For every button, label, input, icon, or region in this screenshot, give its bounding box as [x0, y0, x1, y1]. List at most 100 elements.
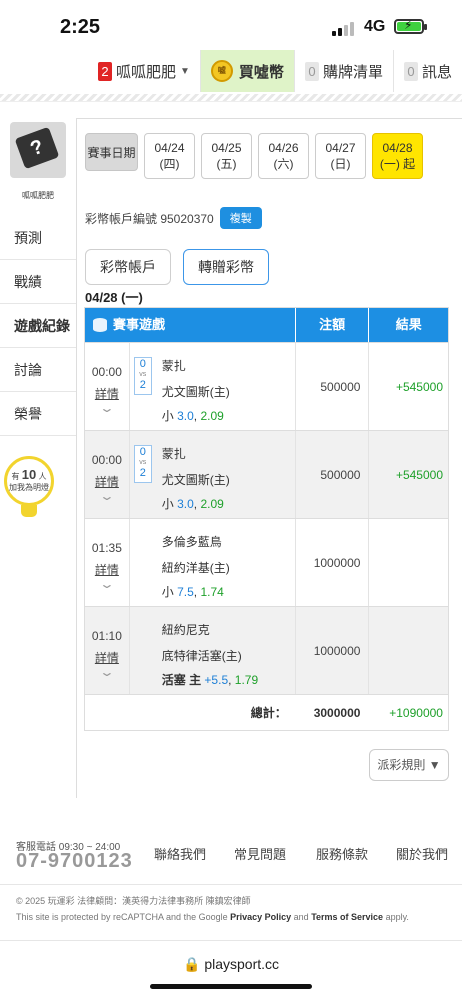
team-home: 紐約洋基(主): [161, 561, 230, 575]
buy-coin-button[interactable]: 噓 買噓幣: [200, 50, 295, 92]
sidebar-item-honor[interactable]: 榮譽: [0, 392, 76, 436]
row-result: +545000: [368, 343, 448, 430]
bulb-suffix: 人: [38, 472, 47, 481]
vs-label: vs: [139, 371, 147, 378]
home-indicator[interactable]: [150, 984, 312, 989]
team-away: 多倫多藍鳥: [161, 535, 222, 549]
divider: [0, 884, 462, 885]
header-game-label: 賽事遊戲: [113, 317, 166, 332]
row-time-cell: 00:00 詳情 ⌄: [85, 343, 130, 430]
team-home: 尤文圖斯(主): [161, 385, 230, 399]
account-number: 彩幣帳戶編號 95020370: [85, 211, 214, 226]
tab-coin-account[interactable]: 彩幣帳戶: [85, 249, 171, 285]
lightbulb-badge[interactable]: 有 10 人 加我為明燈: [4, 456, 56, 522]
row-game-cell: 0 vs 2 蒙扎 尤文圖斯(主) 小 3.0, 2.09: [130, 343, 295, 430]
header-amount: 注額: [294, 308, 369, 342]
nav-cart[interactable]: 0 購牌清單: [295, 50, 394, 92]
details-link[interactable]: 詳情: [85, 385, 129, 402]
chevron-down-icon: ▼: [180, 65, 190, 77]
lock-icon: 🔒: [182, 956, 205, 972]
table-row: 01:35 詳情 ⌄ 多倫多藍鳥 紐約洋基(主) 小 7.5, 1.74 100…: [85, 518, 448, 606]
question-mark-icon: ?: [14, 126, 60, 170]
date-button[interactable]: 04/26 (六): [258, 133, 309, 179]
tab-transfer-coin[interactable]: 轉贈彩幣: [183, 249, 269, 285]
divider: [0, 940, 462, 941]
buy-coin-label: 買噓幣: [238, 63, 284, 81]
row-amount: 1000000: [294, 607, 369, 694]
footer-link-contact[interactable]: 聯絡我們: [154, 844, 206, 863]
total-amount: 3000000: [313, 706, 361, 720]
date-button[interactable]: 04/27 (日): [315, 133, 366, 179]
details-link[interactable]: 詳情: [85, 649, 129, 666]
date-day: (一) 起: [379, 157, 416, 171]
address-bar[interactable]: 🔒 playsport.cc: [0, 956, 462, 973]
terms-of-service-link[interactable]: Terms of Service: [311, 912, 383, 922]
date-button-active[interactable]: 04/28 (一) 起: [372, 133, 423, 179]
top-nav: 2 呱呱肥肥 ▼ 噓 買噓幣 0 購牌清單 0 訊息: [88, 50, 462, 92]
lightbulb-icon: 有 10 人 加我為明燈: [4, 456, 54, 506]
details-link[interactable]: 詳情: [85, 561, 129, 578]
sidebar-item-game-history[interactable]: 遊戲紀錄: [0, 304, 76, 348]
sidebar-item-record[interactable]: 戰績: [0, 260, 76, 304]
table-header: 賽事遊戲 注額 結果: [85, 308, 448, 342]
payout-rules-button[interactable]: 派彩規則 ▼: [369, 749, 449, 781]
row-amount: 500000: [294, 431, 369, 518]
recaptcha-notice: This site is protected by reCAPTCHA and …: [16, 912, 409, 922]
main-panel: 賽事日期 04/24 (四) 04/25 (五) 04/26 (六) 04/27 (日)…: [76, 118, 462, 798]
pick-sep: ,: [228, 673, 235, 687]
copy-button[interactable]: 複製: [219, 207, 262, 229]
details-link[interactable]: 詳情: [85, 473, 129, 490]
footer-link-terms[interactable]: 服務條款: [316, 844, 368, 863]
sidebar-item-discussion[interactable]: 討論: [0, 348, 76, 392]
footer-link-faq[interactable]: 常見問題: [234, 844, 286, 863]
team-away: 蒙扎: [161, 359, 186, 373]
messages-badge: 0: [403, 61, 418, 81]
date-day: (四): [159, 157, 180, 171]
recaptcha-apply: apply.: [383, 912, 409, 922]
pick-line: 7.5: [177, 585, 194, 599]
vs-label: vs: [139, 459, 147, 466]
account-row: 彩幣帳戶編號 95020370 複製: [85, 207, 262, 229]
row-game-cell: 紐約尼克 底特律活塞(主) 活塞 主 +5.5, 1.79: [130, 607, 295, 694]
score-home: 2: [139, 467, 146, 479]
header-game: 賽事遊戲: [85, 308, 295, 342]
date-selector: 賽事日期 04/24 (四) 04/25 (五) 04/26 (六) 04/27 (日)…: [85, 133, 423, 179]
score-box: 0 vs 2: [133, 445, 152, 483]
table-row: 00:00 詳情 ⌄ 0 vs 2 蒙扎 尤文圖斯(主) 小 3.0, 2.09…: [85, 430, 448, 518]
pick: 小 7.5, 1.74: [162, 583, 224, 600]
pick-odds: 1.79: [234, 673, 259, 687]
account-tabs: 彩幣帳戶 轉贈彩幣: [85, 249, 269, 285]
date-text: 04/27: [325, 141, 356, 155]
cart-badge: 0: [304, 61, 319, 81]
total-result: +1090000: [389, 706, 443, 720]
nav-messages[interactable]: 0 訊息: [394, 50, 462, 92]
table-row: 01:10 詳情 ⌄ 紐約尼克 底特律活塞(主) 活塞 主 +5.5, 1.79…: [85, 606, 448, 694]
hotline-number[interactable]: 07-9700123: [16, 850, 133, 873]
date-button[interactable]: 04/25 (五): [201, 133, 252, 179]
total-label: 總計：: [250, 706, 287, 720]
date-text: 04/26: [268, 141, 299, 155]
pick-text: 小: [161, 497, 178, 511]
sidebar-item-predict[interactable]: 預測: [0, 216, 76, 260]
header-result: 結果: [368, 308, 448, 342]
score-home: 2: [139, 379, 146, 391]
team-away: 蒙扎: [161, 447, 186, 461]
pick-odds: 1.74: [200, 585, 224, 599]
avatar[interactable]: ?: [10, 122, 66, 178]
date-text: 04/28: [382, 141, 413, 155]
network-label: 4G: [364, 18, 386, 35]
team-home: 底特律活塞(主): [161, 649, 242, 663]
pick: 活塞 主 +5.5, 1.79: [162, 671, 258, 688]
privacy-policy-link[interactable]: Privacy Policy: [230, 912, 291, 922]
score-away: 0: [139, 446, 146, 458]
bulb-prefix: 有: [11, 472, 20, 481]
row-result: [368, 607, 448, 694]
date-day: (五): [216, 157, 237, 171]
nav-user-menu[interactable]: 2 呱呱肥肥 ▼: [88, 50, 201, 92]
date-button[interactable]: 04/24 (四): [144, 133, 195, 179]
url-text: playsport.cc: [204, 956, 280, 972]
footer-link-about[interactable]: 關於我們: [396, 844, 448, 863]
row-time: 00:00: [91, 365, 122, 379]
team-home: 尤文圖斯(主): [161, 473, 230, 487]
nav-username: 呱呱肥肥: [116, 63, 177, 81]
